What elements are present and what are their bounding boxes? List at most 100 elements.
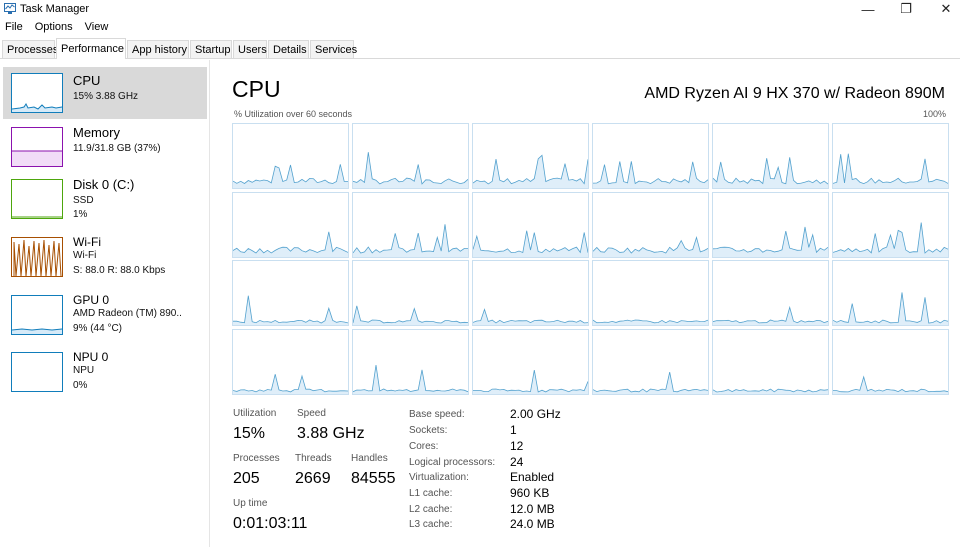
sidebar-item-npu[interactable]: NPU 0 NPU 0% (3, 347, 207, 403)
task-manager-icon (4, 3, 16, 14)
sidebar-item-detail: SSD (73, 195, 94, 206)
cpu-model-name: AMD Ryzen AI 9 HX 370 w/ Radeon 890M (644, 85, 945, 102)
sidebar-item-title: Memory (73, 125, 120, 140)
logical-processor-graph (232, 192, 349, 258)
logical-processor-graphs (232, 123, 950, 395)
spec-value: 1 (510, 423, 517, 437)
sidebar-item-detail: 11.9/31.8 GB (37%) (73, 143, 161, 154)
tab-app-history[interactable]: App history (127, 40, 189, 58)
spec-label: L2 cache: (409, 504, 453, 515)
sidebar-item-title: NPU 0 (73, 350, 109, 364)
sidebar-item-detail: 1% (73, 209, 88, 220)
title-bar[interactable]: Task Manager — ❐ ✕ (0, 0, 960, 18)
logical-processor-graph (712, 329, 829, 395)
minimize-button[interactable]: — (848, 0, 888, 18)
cpu-thumbnail-graph (11, 73, 63, 113)
logical-processor-graph (712, 123, 829, 189)
sidebar-item-detail: NPU (73, 365, 95, 376)
sidebar-item-title: Wi-Fi (73, 235, 101, 249)
tab-users[interactable]: Users (233, 40, 267, 58)
sidebar-item-title: CPU (73, 73, 101, 88)
logical-processor-graph (232, 123, 349, 189)
uptime-label: Up time (233, 498, 268, 509)
sidebar-item-disk[interactable]: Disk 0 (C:) SSD 1% (3, 174, 207, 230)
spec-value: 24.0 MB (510, 517, 555, 531)
tab-startup[interactable]: Startup (190, 40, 232, 58)
processes-value: 205 (233, 470, 260, 487)
spec-value: 24 (510, 455, 524, 469)
threads-value: 2669 (295, 470, 331, 487)
spec-label: Base speed: (409, 409, 465, 420)
processes-label: Processes (233, 453, 280, 464)
graph-max-label: 100% (922, 109, 946, 119)
spec-value: 2.00 GHz (510, 407, 561, 421)
handles-value: 84555 (351, 470, 396, 487)
menu-bar: File Options View (0, 19, 114, 36)
spec-label: Virtualization: (409, 472, 469, 483)
spec-label: L1 cache: (409, 488, 453, 499)
graph-caption: % Utilization over 60 seconds (234, 109, 353, 119)
threads-label: Threads (295, 453, 332, 464)
logical-processor-graph (352, 192, 469, 258)
spec-label: Logical processors: (409, 457, 496, 468)
uptime-value: 0:01:03:11 (233, 515, 308, 532)
sidebar-item-wifi[interactable]: Wi-Fi Wi-Fi S: 88.0 R: 88.0 Kbps (3, 232, 207, 288)
tab-services[interactable]: Services (310, 40, 357, 58)
memory-thumbnail-graph (11, 127, 63, 167)
speed-value: 3.88 GHz (297, 425, 365, 442)
sidebar-item-cpu[interactable]: CPU 15% 3.88 GHz (3, 67, 207, 119)
sidebar-item-detail: 0% (73, 380, 88, 391)
logical-processor-graph (832, 329, 949, 395)
sidebar-item-detail: AMD Radeon (TM) 890.. (73, 308, 182, 319)
tab-processes[interactable]: Processes (2, 40, 58, 58)
menu-options[interactable]: Options (29, 19, 79, 36)
resource-sidebar: CPU 15% 3.88 GHz Memory 11.9/31.8 GB (37… (0, 60, 210, 547)
logical-processor-graph (472, 192, 589, 258)
logical-processor-graph (832, 260, 949, 326)
logical-processor-graph (352, 260, 469, 326)
handles-label: Handles (351, 453, 388, 464)
spec-value: 12 (510, 439, 524, 453)
utilization-label: Utilization (233, 408, 277, 419)
disk-thumbnail-graph (11, 179, 63, 219)
tab-bar: Processes Performance App history Startu… (0, 38, 960, 59)
logical-processor-graph (592, 192, 709, 258)
page-title: CPU (232, 76, 281, 102)
menu-view[interactable]: View (79, 19, 115, 36)
sidebar-item-gpu[interactable]: GPU 0 AMD Radeon (TM) 890.. 9% (44 °C) (3, 290, 207, 346)
maximize-button[interactable]: ❐ (886, 0, 926, 18)
sidebar-item-detail: 9% (44 °C) (73, 323, 123, 334)
spec-value: 12.0 MB (510, 502, 555, 516)
logical-processor-graph (352, 329, 469, 395)
wifi-thumbnail-graph (11, 237, 63, 277)
logical-processor-graph (232, 329, 349, 395)
sidebar-item-detail: 15% 3.88 GHz (73, 91, 139, 102)
logical-processor-graph (472, 123, 589, 189)
logical-processor-graph (712, 260, 829, 326)
spec-value: Enabled (510, 470, 555, 484)
window-title: Task Manager (20, 3, 90, 15)
spec-label: Sockets: (409, 425, 448, 436)
sidebar-item-title: GPU 0 (73, 293, 110, 307)
logical-processor-graph (472, 329, 589, 395)
npu-thumbnail-graph (11, 352, 63, 392)
logical-processor-graph (232, 260, 349, 326)
logical-processor-graph (712, 192, 829, 258)
sidebar-item-detail: Wi-Fi (73, 250, 97, 261)
speed-label: Speed (297, 408, 326, 419)
close-button[interactable]: ✕ (926, 0, 960, 18)
logical-processor-graph (472, 260, 589, 326)
logical-processor-graph (592, 123, 709, 189)
tab-details[interactable]: Details (268, 40, 309, 58)
logical-processor-graph (592, 329, 709, 395)
logical-processor-graph (832, 123, 949, 189)
tab-performance[interactable]: Performance (56, 38, 126, 59)
logical-processor-graph (592, 260, 709, 326)
spec-label: L3 cache: (409, 519, 453, 530)
utilization-value: 15% (233, 425, 266, 442)
spec-value: 960 KB (510, 486, 550, 500)
sidebar-item-memory[interactable]: Memory 11.9/31.8 GB (37%) (3, 122, 207, 174)
sidebar-item-title: Disk 0 (C:) (73, 177, 135, 192)
menu-file[interactable]: File (0, 19, 29, 36)
logical-processor-graph (352, 123, 469, 189)
